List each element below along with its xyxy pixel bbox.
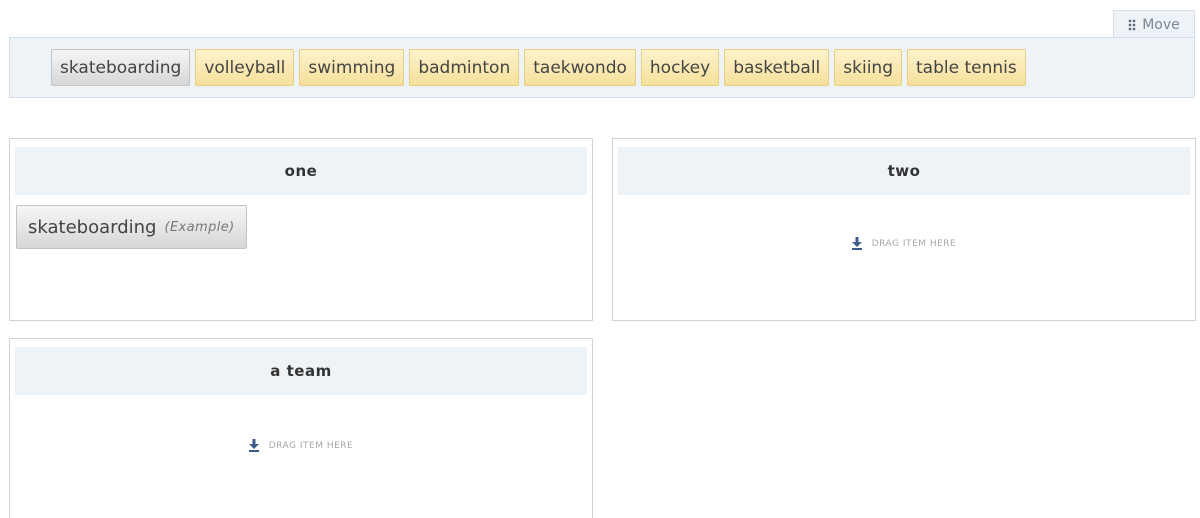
drop-box-one[interactable]: one skateboarding (Example) xyxy=(9,138,593,321)
pool-item-badminton[interactable]: badminton xyxy=(409,49,520,86)
box-title-one: one xyxy=(15,147,587,195)
grip-icon xyxy=(1128,18,1137,31)
drop-hint: DRAG ITEM HERE xyxy=(613,237,1195,250)
move-handle[interactable]: Move xyxy=(1113,10,1195,38)
pool-item-table-tennis[interactable]: table tennis xyxy=(907,49,1026,86)
drop-hint-label: DRAG ITEM HERE xyxy=(871,238,957,249)
pool-item-hockey[interactable]: hockey xyxy=(640,49,720,86)
placed-item-skateboarding[interactable]: skateboarding (Example) xyxy=(16,205,247,249)
down-arrow-icon xyxy=(248,439,259,452)
item-pool: skateboarding volleyball swimming badmin… xyxy=(9,37,1195,98)
pool-item-basketball[interactable]: basketball xyxy=(724,49,830,86)
drop-hint: DRAG ITEM HERE xyxy=(10,439,592,452)
drop-box-two[interactable]: two DRAG ITEM HERE xyxy=(612,138,1196,321)
drop-box-a-team[interactable]: a team DRAG ITEM HERE xyxy=(9,338,593,518)
pool-item-skiing[interactable]: skiing xyxy=(834,49,902,86)
example-tag: (Example) xyxy=(164,219,235,235)
pool-item-volleyball[interactable]: volleyball xyxy=(195,49,295,86)
down-arrow-icon xyxy=(851,237,862,250)
drop-hint-label: DRAG ITEM HERE xyxy=(268,440,354,451)
pool-item-taekwondo[interactable]: taekwondo xyxy=(524,49,636,86)
pool-items: skateboarding volleyball swimming badmin… xyxy=(51,49,1026,86)
placed-item-label: skateboarding xyxy=(28,216,157,238)
pool-item-swimming[interactable]: swimming xyxy=(299,49,405,86)
move-label: Move xyxy=(1142,16,1180,33)
box-title-a-team: a team xyxy=(15,347,587,395)
pool-item-skateboarding[interactable]: skateboarding xyxy=(51,49,191,86)
box-title-two: two xyxy=(618,147,1190,195)
